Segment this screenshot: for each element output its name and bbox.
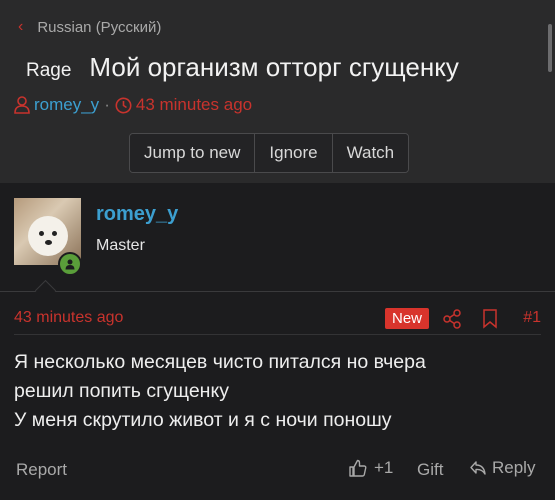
bookmark-icon[interactable]: [482, 308, 498, 330]
reply-button[interactable]: Reply: [469, 458, 535, 478]
clock-icon: [115, 97, 132, 113]
post-meta-divider: [14, 334, 541, 335]
breadcrumb-forum-label[interactable]: Russian (Русский): [37, 19, 161, 36]
section-divider: [0, 291, 555, 292]
user-online-icon: [65, 259, 75, 270]
avatar-eye: [39, 231, 44, 236]
user-rank: Master: [96, 237, 145, 254]
reply-label: Reply: [492, 458, 536, 477]
chevron-left-icon[interactable]: ‹: [18, 18, 23, 36]
post-footer: Report +1 Gift Reply: [16, 458, 541, 482]
avatar-nose: [45, 240, 52, 245]
post-body: Я несколько месяцев чисто питался но вче…: [14, 348, 541, 435]
post-username[interactable]: romey_y: [96, 203, 178, 226]
post-line: Я несколько месяцев чисто питался но вче…: [14, 351, 426, 373]
avatar-eye: [52, 231, 57, 236]
thread-title-row: Rage Мой организм отторг сгущенку: [26, 52, 459, 83]
post-number[interactable]: #1: [523, 309, 541, 327]
like-button[interactable]: +1: [348, 458, 393, 478]
thread-author-link[interactable]: romey_y: [34, 95, 99, 115]
new-badge: New: [385, 308, 430, 329]
post-user-block: romey_y Master: [0, 183, 555, 291]
post-meta: 43 minutes ago New #1: [14, 308, 541, 332]
thumbs-up-icon: [349, 459, 367, 477]
avatar-dog-shape: [28, 216, 68, 256]
ignore-button[interactable]: Ignore: [255, 134, 333, 172]
share-icon[interactable]: [442, 308, 462, 330]
jump-to-new-button[interactable]: Jump to new: [130, 134, 256, 172]
thread-header: ‹ Russian (Русский) Rage Мой организм от…: [0, 0, 555, 183]
post-line: решил попить сгущенку: [14, 380, 229, 402]
thread-prefix: Rage: [26, 60, 72, 81]
like-count: +1: [374, 458, 394, 477]
thread-time[interactable]: 43 minutes ago: [136, 95, 252, 115]
online-status-icon: [58, 252, 82, 276]
post-time[interactable]: 43 minutes ago: [14, 309, 123, 327]
gift-button[interactable]: Gift: [417, 460, 443, 480]
scrollbar[interactable]: [548, 24, 552, 72]
thread-title: Мой организм отторг сгущенку: [89, 52, 459, 82]
post-line: У меня скрутило живот и я с ночи поношу: [14, 409, 392, 431]
breadcrumb[interactable]: ‹ Russian (Русский): [18, 18, 161, 36]
watch-button[interactable]: Watch: [332, 134, 409, 172]
user-icon: [14, 96, 30, 114]
thread-meta: romey_y · 43 minutes ago: [14, 95, 252, 115]
reply-icon: [470, 461, 486, 475]
thread-actions: Jump to new Ignore Watch: [129, 133, 410, 173]
meta-separator: ·: [104, 95, 110, 114]
report-button[interactable]: Report: [16, 460, 67, 480]
